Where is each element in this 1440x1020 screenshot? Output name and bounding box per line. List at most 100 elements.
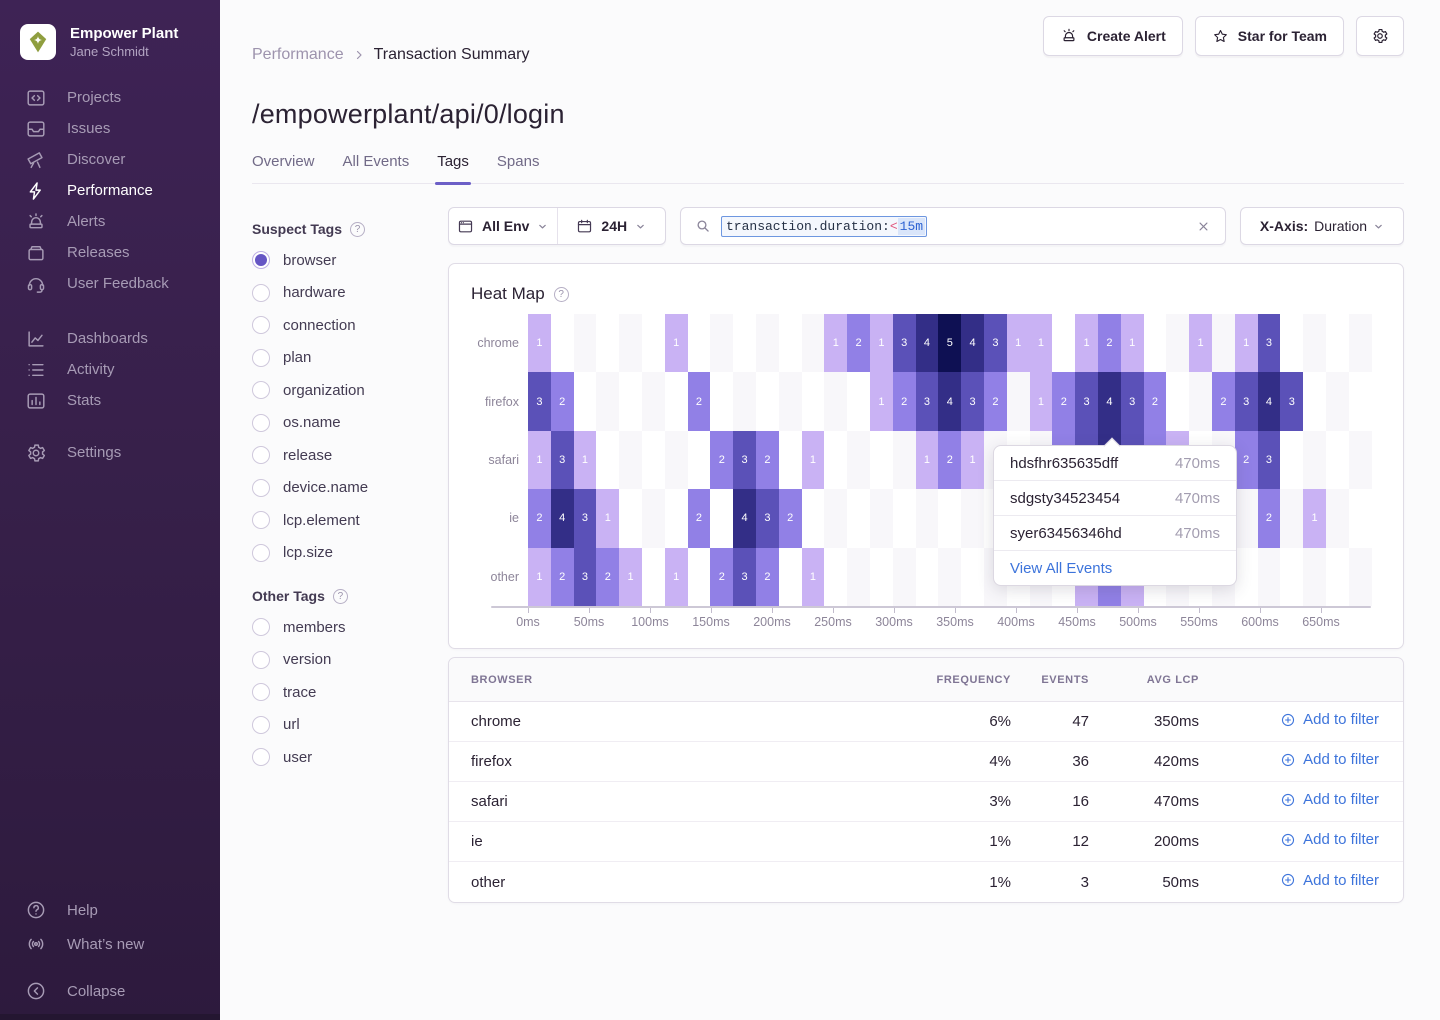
heatmap-cell[interactable]: 1 (665, 314, 688, 372)
tooltip-event-row[interactable]: sdgsty34523454470ms (994, 481, 1236, 516)
tab-all-events[interactable]: All Events (343, 153, 410, 183)
settings-gear-button[interactable] (1356, 16, 1404, 56)
heatmap-cell[interactable]: 2 (1258, 489, 1281, 547)
tag-option-lcp-size[interactable]: lcp.size (252, 537, 430, 570)
tag-option-hardware[interactable]: hardware (252, 277, 430, 310)
search-input[interactable]: transaction.duration:<15m (680, 207, 1226, 245)
heatmap-cell[interactable]: 4 (733, 489, 756, 547)
tag-option-members[interactable]: members (252, 611, 430, 644)
radio-icon[interactable] (252, 251, 270, 269)
radio-icon[interactable] (252, 349, 270, 367)
heatmap-cell[interactable]: 2 (1098, 314, 1121, 372)
heatmap-cell[interactable]: 3 (756, 489, 779, 547)
radio-icon[interactable] (252, 284, 270, 302)
radio-icon[interactable] (252, 748, 270, 766)
tooltip-event-row[interactable]: syer63456346hd470ms (994, 516, 1236, 551)
heatmap-cell[interactable]: 2 (1052, 372, 1075, 430)
breadcrumb-performance[interactable]: Performance (252, 46, 344, 64)
heatmap-cell[interactable]: 3 (916, 372, 939, 430)
heatmap-cell[interactable]: 2 (1144, 372, 1167, 430)
sidebar-item-collapse[interactable]: Collapse (0, 974, 220, 1008)
tab-tags[interactable]: Tags (437, 153, 469, 183)
help-circle-icon[interactable]: ? (554, 287, 569, 302)
heatmap-cell[interactable]: 3 (733, 431, 756, 489)
tag-option-release[interactable]: release (252, 439, 430, 472)
radio-icon[interactable] (252, 446, 270, 464)
tag-option-browser[interactable]: browser (252, 244, 430, 277)
tag-option-os-name[interactable]: os.name (252, 407, 430, 440)
add-to-filter-link[interactable]: Add to filter (1280, 872, 1379, 889)
environment-picker[interactable]: All Env (449, 208, 557, 244)
org-logo-icon[interactable] (20, 24, 56, 60)
add-to-filter-link[interactable]: Add to filter (1280, 831, 1379, 848)
tag-option-version[interactable]: version (252, 644, 430, 677)
tag-option-url[interactable]: url (252, 709, 430, 742)
tag-option-plan[interactable]: plan (252, 342, 430, 375)
heatmap-cell[interactable]: 1 (1007, 314, 1030, 372)
heatmap-cell[interactable]: 3 (1258, 314, 1281, 372)
heatmap-cell[interactable]: 3 (893, 314, 916, 372)
heatmap-cell[interactable]: 2 (756, 431, 779, 489)
heatmap-cell[interactable]: 1 (1075, 314, 1098, 372)
radio-icon[interactable] (252, 316, 270, 334)
heatmap-cell[interactable]: 1 (802, 548, 825, 606)
help-circle-icon[interactable]: ? (333, 589, 348, 604)
view-all-events-link[interactable]: View All Events (994, 551, 1236, 585)
heatmap-cell[interactable]: 1 (1030, 314, 1053, 372)
radio-icon[interactable] (252, 381, 270, 399)
sidebar-item-issues[interactable]: Issues (0, 113, 220, 144)
heatmap-cell[interactable]: 2 (688, 489, 711, 547)
radio-icon[interactable] (252, 544, 270, 562)
add-to-filter-link[interactable]: Add to filter (1280, 751, 1379, 768)
heatmap-cell[interactable]: 4 (916, 314, 939, 372)
heatmap-cell[interactable]: 3 (1075, 372, 1098, 430)
tab-overview[interactable]: Overview (252, 153, 315, 183)
heatmap-cell[interactable]: 2 (1212, 372, 1235, 430)
clear-search-icon[interactable] (1196, 219, 1211, 234)
sidebar-item-what-s-new[interactable]: What’s new (0, 927, 220, 961)
x-axis-selector[interactable]: X-Axis: Duration (1240, 207, 1404, 245)
heatmap-cell[interactable]: 1 (870, 372, 893, 430)
heatmap-cell[interactable]: 2 (984, 372, 1007, 430)
heatmap-cell[interactable]: 5 (938, 314, 961, 372)
heatmap-cell[interactable]: 4 (1258, 372, 1281, 430)
star-for-team-button[interactable]: Star for Team (1195, 16, 1344, 56)
tag-option-trace[interactable]: trace (252, 676, 430, 709)
tab-spans[interactable]: Spans (497, 153, 540, 183)
radio-icon[interactable] (252, 479, 270, 497)
heatmap-cell[interactable]: 3 (1235, 372, 1258, 430)
heatmap-cell[interactable]: 4 (961, 314, 984, 372)
heatmap-cell[interactable]: 2 (938, 431, 961, 489)
heatmap-cell[interactable]: 3 (733, 548, 756, 606)
heatmap-cell[interactable]: 2 (710, 548, 733, 606)
org-switcher[interactable]: Empower Plant Jane Schmidt (0, 0, 220, 68)
heatmap-cell[interactable]: 2 (551, 372, 574, 430)
sidebar-item-help[interactable]: Help (0, 893, 220, 927)
tag-option-user[interactable]: user (252, 741, 430, 774)
sidebar-item-performance[interactable]: Performance (0, 175, 220, 206)
radio-icon[interactable] (252, 651, 270, 669)
heatmap-cell[interactable]: 3 (1280, 372, 1303, 430)
heatmap-cell[interactable]: 1 (619, 548, 642, 606)
heatmap-cell[interactable]: 3 (528, 372, 551, 430)
heatmap-cell[interactable]: 3 (574, 489, 597, 547)
heatmap-cell[interactable]: 1 (596, 489, 619, 547)
heatmap-cell[interactable]: 1 (528, 431, 551, 489)
heatmap-cell[interactable]: 2 (893, 372, 916, 430)
tag-option-device-name[interactable]: device.name (252, 472, 430, 505)
heatmap-cell[interactable]: 2 (596, 548, 619, 606)
heatmap-cell[interactable]: 3 (1258, 431, 1281, 489)
sidebar-item-user-feedback[interactable]: User Feedback (0, 268, 220, 299)
radio-icon[interactable] (252, 618, 270, 636)
add-to-filter-link[interactable]: Add to filter (1280, 791, 1379, 808)
heatmap-cell[interactable]: 1 (961, 431, 984, 489)
heatmap-cell[interactable]: 2 (551, 548, 574, 606)
time-range-picker[interactable]: 24H (558, 208, 666, 244)
heatmap-cell[interactable]: 4 (1098, 372, 1121, 430)
heatmap-cell[interactable]: 1 (665, 548, 688, 606)
heatmap-cell[interactable]: 4 (938, 372, 961, 430)
radio-icon[interactable] (252, 511, 270, 529)
search-filter-token[interactable]: transaction.duration:<15m (721, 216, 927, 237)
tag-option-lcp-element[interactable]: lcp.element (252, 504, 430, 537)
heatmap-cell[interactable]: 1 (574, 431, 597, 489)
